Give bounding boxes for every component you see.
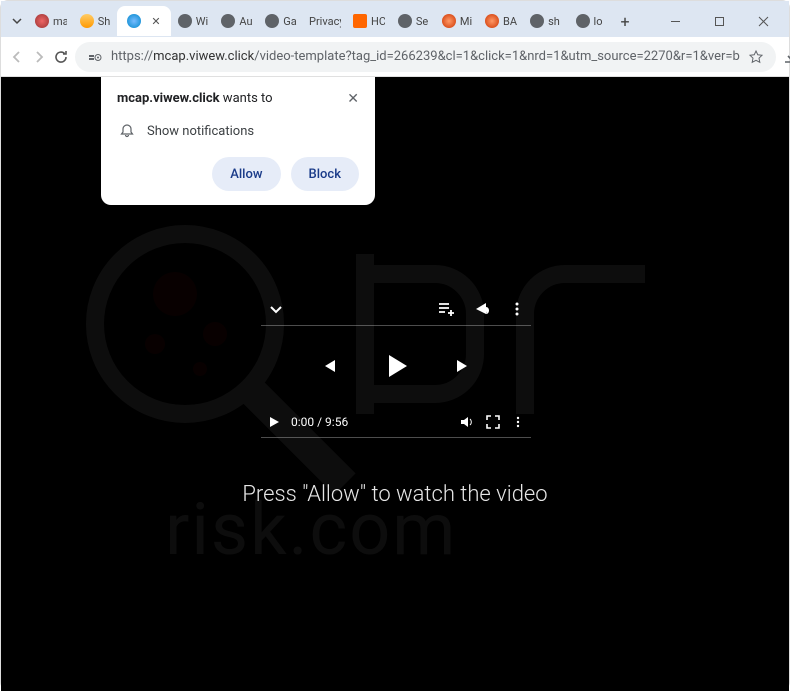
tab-strip: ma Sh ✕ Wi Au Ga Privacy HC Se Mi BA sh … bbox=[1, 1, 789, 37]
back-button[interactable] bbox=[9, 42, 25, 72]
globe-icon bbox=[576, 14, 590, 28]
tab-12[interactable]: lo bbox=[567, 6, 611, 36]
tab-1[interactable]: Sh bbox=[73, 6, 117, 36]
collapse-icon[interactable] bbox=[267, 300, 285, 318]
tab-label: Privacy bbox=[309, 15, 341, 28]
globe-icon bbox=[178, 14, 192, 28]
video-player: 0:00 / 9:56 bbox=[261, 292, 531, 438]
permission-text: Show notifications bbox=[147, 124, 254, 139]
more-icon[interactable] bbox=[509, 301, 525, 317]
tab-11[interactable]: sh bbox=[523, 6, 567, 36]
bell-icon bbox=[119, 123, 135, 139]
globe-icon bbox=[265, 14, 279, 28]
tab-10[interactable]: BA bbox=[479, 6, 523, 36]
tab-3[interactable]: Wi bbox=[171, 6, 215, 36]
tab-label: ma bbox=[53, 15, 67, 28]
reload-button[interactable] bbox=[53, 42, 69, 72]
close-tab-icon[interactable]: ✕ bbox=[151, 15, 160, 28]
globe-icon bbox=[398, 14, 412, 28]
site-settings-icon[interactable] bbox=[87, 49, 103, 65]
window-controls bbox=[653, 7, 785, 35]
play-small-icon[interactable] bbox=[267, 415, 281, 429]
tab-0[interactable]: ma bbox=[29, 6, 73, 36]
forward-button[interactable] bbox=[31, 42, 47, 72]
tab-label: Ga bbox=[283, 15, 296, 28]
favicon-icon bbox=[353, 14, 367, 28]
favicon-icon bbox=[80, 14, 94, 28]
tab-search-button[interactable] bbox=[5, 9, 29, 33]
url-text: https://mcap.viwew.click/video-template?… bbox=[111, 49, 740, 64]
tab-label: lo bbox=[594, 15, 603, 28]
tab-6[interactable]: Privacy bbox=[303, 6, 347, 36]
play-icon[interactable] bbox=[381, 351, 411, 381]
tab-9[interactable]: Mi bbox=[435, 6, 479, 36]
close-dialog-button[interactable]: ✕ bbox=[347, 91, 359, 107]
fullscreen-icon[interactable] bbox=[485, 414, 501, 430]
time-display: 0:00 / 9:56 bbox=[291, 415, 348, 429]
share-icon[interactable] bbox=[473, 300, 491, 318]
favicon-icon bbox=[442, 14, 456, 28]
next-icon[interactable] bbox=[453, 355, 475, 377]
tab-label: Mi bbox=[460, 15, 472, 28]
downloads-button[interactable] bbox=[782, 42, 790, 72]
favicon-icon bbox=[127, 14, 141, 28]
tab-4[interactable]: Au bbox=[215, 6, 259, 36]
instruction-text: Press "Allow" to watch the video bbox=[1, 482, 789, 507]
tab-label: Se bbox=[416, 15, 428, 28]
tab-7[interactable]: HC bbox=[347, 6, 391, 36]
favicon-icon bbox=[35, 14, 49, 28]
bookmark-icon[interactable] bbox=[748, 49, 764, 65]
tab-label: sh bbox=[548, 15, 560, 28]
tab-label: Sh bbox=[98, 15, 111, 28]
tab-2-active[interactable]: ✕ bbox=[117, 6, 171, 36]
tab-label: Au bbox=[239, 15, 252, 28]
tab-label: BA bbox=[503, 15, 517, 28]
close-window-button[interactable] bbox=[741, 7, 785, 35]
tab-label: Wi bbox=[196, 15, 208, 28]
playlist-add-icon[interactable] bbox=[437, 300, 455, 318]
toolbar: https://mcap.viwew.click/video-template?… bbox=[1, 37, 789, 77]
favicon-icon bbox=[485, 14, 499, 28]
maximize-button[interactable] bbox=[697, 7, 741, 35]
previous-icon[interactable] bbox=[317, 355, 339, 377]
minimize-button[interactable] bbox=[653, 7, 697, 35]
globe-icon bbox=[221, 14, 235, 28]
block-button[interactable]: Block bbox=[291, 157, 359, 191]
globe-icon bbox=[530, 14, 544, 28]
more-settings-icon[interactable] bbox=[511, 415, 525, 429]
permission-title: mcap.viwew.click wants to bbox=[117, 91, 273, 106]
permission-dialog: mcap.viwew.click wants to ✕ Show notific… bbox=[101, 77, 375, 205]
tab-5[interactable]: Ga bbox=[259, 6, 303, 36]
tab-8[interactable]: Se bbox=[391, 6, 435, 36]
new-tab-button[interactable]: + bbox=[611, 12, 639, 31]
tab-label: HC bbox=[371, 15, 385, 28]
volume-icon[interactable] bbox=[459, 414, 475, 430]
page-content: risk.com mcap.viwew.click wants to ✕ Sho… bbox=[1, 77, 789, 691]
address-bar[interactable]: https://mcap.viwew.click/video-template?… bbox=[75, 42, 776, 72]
allow-button[interactable]: Allow bbox=[212, 157, 280, 191]
